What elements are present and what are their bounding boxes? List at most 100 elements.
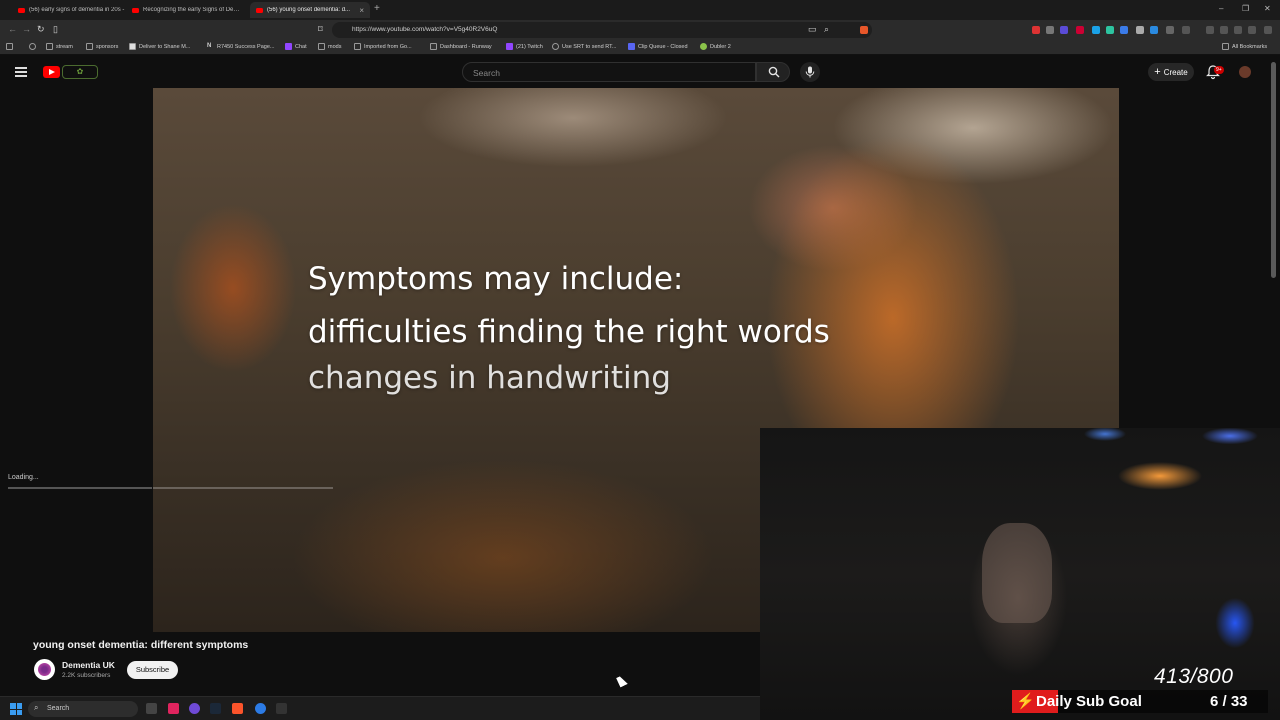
video-caption-line: difficulties finding the right words — [308, 314, 830, 350]
extension-icon[interactable] — [1182, 26, 1190, 34]
brave-shield-icon[interactable] — [860, 26, 868, 34]
task-view-icon[interactable] — [146, 703, 157, 714]
browser-tab-active[interactable]: (56) young onset dementia: d... × — [250, 2, 370, 18]
youtube-favicon-icon — [132, 7, 139, 13]
leo-icon[interactable] — [1248, 26, 1256, 34]
bookmark-item[interactable]: Clip Queue - Closed — [628, 43, 688, 50]
restore-icon[interactable]: ❐ — [1242, 4, 1249, 13]
bookmark-item[interactable]: stream — [46, 43, 73, 50]
extension-icon[interactable] — [1032, 26, 1040, 34]
close-window-icon[interactable]: ✕ — [1264, 4, 1271, 13]
browser-tab[interactable]: (56) early signs of dementia in 20s - — [12, 2, 132, 18]
n-icon: N — [207, 43, 212, 49]
search-input[interactable]: Search — [462, 62, 756, 82]
menu-hamburger-icon[interactable] — [15, 67, 27, 77]
bookmark-item[interactable]: Deliver to Shane M... — [129, 43, 190, 50]
app-c-icon[interactable] — [255, 703, 266, 714]
windows-start-icon[interactable] — [10, 703, 22, 715]
search-icon — [768, 66, 780, 78]
youtube-logo-icon[interactable] — [43, 66, 60, 78]
all-bookmarks[interactable]: All Bookmarks — [1222, 43, 1267, 50]
video-title: young onset dementia: different symptoms — [33, 639, 249, 651]
menu-icon[interactable] — [1264, 26, 1272, 34]
apps-grid-icon[interactable] — [6, 43, 13, 50]
folder-icon — [1222, 43, 1229, 50]
bookmark-item[interactable]: Dashboard - Runway — [430, 43, 492, 50]
browser-tab-strip: (56) early signs of dementia in 20s - Re… — [0, 0, 1280, 20]
twitch-icon — [285, 43, 292, 50]
steam-icon[interactable] — [210, 703, 221, 714]
user-avatar[interactable] — [1239, 66, 1251, 78]
page-scrollbar[interactable] — [1271, 62, 1276, 278]
address-bar[interactable]: https://www.youtube.com/watch?v=V5g40R2V… — [332, 22, 872, 38]
create-button[interactable]: + Create — [1148, 63, 1194, 81]
extension-icon[interactable] — [1060, 26, 1068, 34]
extension-icon[interactable] — [1120, 26, 1128, 34]
mouse-cursor-icon — [616, 674, 628, 688]
bookmark-item[interactable]: (21) Twitch — [506, 43, 543, 50]
sub-goal-progress: 6 / 33 — [1210, 693, 1248, 710]
search-icon: ⌕ — [34, 703, 39, 712]
tab-title: Recognizing the early Signs of Dem... — [143, 7, 240, 13]
bookmark-item[interactable]: Dubler 2 — [700, 43, 731, 50]
youtube-header: ✿ Search + Create — [0, 56, 1280, 88]
wallet-icon[interactable] — [1234, 26, 1242, 34]
bookmark-item[interactable]: N R7450 Success Page... — [207, 43, 274, 50]
reload-icon[interactable]: ↻ — [37, 24, 45, 35]
minimize-icon[interactable]: – — [1219, 4, 1223, 13]
channel-subscriber-count: 2.2K subscribers — [62, 672, 111, 679]
bookmark-item[interactable]: mods — [318, 43, 341, 50]
video-caption-line: changes in handwriting — [308, 360, 671, 396]
media-icon[interactable] — [1206, 26, 1214, 34]
runway-icon — [430, 43, 437, 50]
extensions-puzzle-icon[interactable] — [1166, 26, 1174, 34]
extension-icon[interactable] — [1046, 26, 1054, 34]
bookmark-icon[interactable]: ⌑ — [318, 24, 323, 35]
loading-bar — [8, 487, 152, 489]
channel-avatar[interactable] — [34, 659, 55, 680]
voice-search-button[interactable] — [800, 62, 820, 82]
sidebar-icon[interactable] — [1220, 26, 1228, 34]
extension-icon[interactable] — [1076, 26, 1084, 34]
bookmark-item[interactable]: Chat — [285, 43, 307, 50]
video-caption-line: Symptoms may include: — [308, 261, 684, 297]
extension-icon[interactable] — [1150, 26, 1158, 34]
site-icon — [129, 43, 136, 50]
loading-text: Loading... — [8, 474, 39, 481]
extension-icon[interactable] — [1136, 26, 1144, 34]
app-icon[interactable] — [276, 703, 287, 714]
extension-icon[interactable] — [1092, 26, 1100, 34]
zoom-icon[interactable]: ⌕ — [824, 24, 829, 35]
youtube-doodle-icon[interactable]: ✿ — [62, 65, 98, 79]
browser-tab[interactable]: Recognizing the early Signs of Dem... — [126, 2, 246, 18]
extension-icon[interactable] — [1106, 26, 1114, 34]
bookmarks-bar: stream sponsors Deliver to Shane M... NR… — [0, 40, 1280, 55]
follower-goal-count: 413/800 — [1154, 665, 1234, 688]
screen-icon[interactable]: ▭ — [808, 24, 817, 35]
url-text: https://www.youtube.com/watch?v=V5g40R2V… — [352, 26, 498, 33]
new-tab-icon[interactable]: + — [374, 3, 380, 14]
tab-title: (56) young onset dementia: d... — [267, 7, 351, 13]
back-icon[interactable]: ← — [8, 24, 17, 34]
taskbar-search[interactable]: ⌕ Search — [28, 701, 138, 717]
bookmark-item[interactable]: Use SRT to send RT... — [552, 43, 616, 50]
subscribe-button[interactable]: Subscribe — [127, 661, 178, 679]
forward-icon[interactable]: → — [22, 24, 31, 34]
close-tab-icon[interactable]: × — [359, 6, 364, 15]
youtube-favicon-icon — [18, 7, 25, 13]
clip-queue-icon — [628, 43, 635, 50]
discord-icon[interactable] — [189, 703, 200, 714]
bookmark-item[interactable]: Imported from Go... — [354, 43, 412, 50]
lightning-bolt-icon: ⚡ — [1016, 693, 1035, 710]
bookmark-item[interactable]: sponsors — [86, 43, 118, 50]
brave-browser-icon[interactable] — [232, 703, 243, 714]
browser-toolbar: ← → ↻ ▯ ⌑ https://www.youtube.com/watch?… — [0, 20, 1280, 40]
channel-name[interactable]: Dementia UK — [62, 660, 115, 670]
sidebar-toggle-icon[interactable]: ▯ — [53, 24, 58, 35]
windows-taskbar: ⌕ Search — [0, 696, 760, 720]
tiktok-icon[interactable] — [168, 703, 179, 714]
bookmark-globe-icon[interactable] — [29, 43, 36, 50]
plus-icon: + — [1154, 66, 1161, 78]
search-button[interactable] — [756, 62, 790, 82]
tab-title: (56) early signs of dementia in 20s - — [29, 7, 125, 13]
